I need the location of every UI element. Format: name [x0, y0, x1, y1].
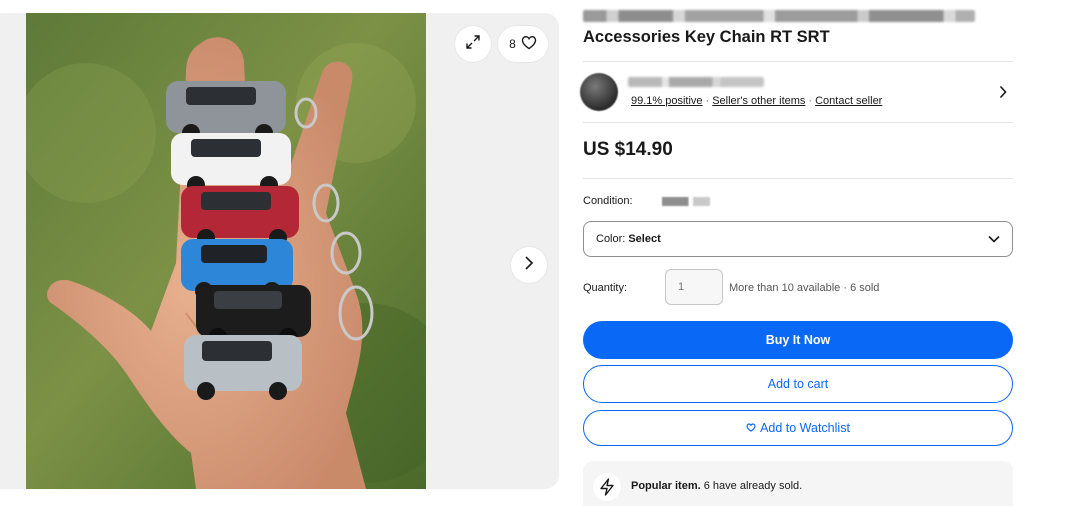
divider [583, 178, 1013, 179]
color-select-value: Select [628, 233, 661, 245]
seller-avatar[interactable] [580, 73, 618, 111]
popular-item-text: Popular item. 6 have already sold. [631, 480, 802, 492]
seller-links: 99.1% positive · Seller's other items · Cont… [631, 95, 883, 107]
item-price: US $14.90 [583, 139, 673, 160]
quantity-label: Quantity: [583, 282, 628, 294]
popular-item-title: Popular item. [631, 480, 701, 492]
redacted-title-line [583, 10, 975, 22]
watch-count: 8 [509, 37, 516, 51]
color-select-label: Color: [596, 233, 626, 245]
item-title-line: Accessories Key Chain RT SRT [583, 28, 830, 46]
add-to-watchlist-button[interactable]: Add to Watchlist [583, 410, 1013, 446]
expand-icon [465, 34, 481, 55]
item-title: Accessories Key Chain RT SRT [583, 10, 983, 47]
chevron-right-icon [524, 255, 534, 276]
quantity-input[interactable] [665, 269, 723, 305]
watch-count-button[interactable]: 8 [498, 26, 548, 62]
add-to-watchlist-label: Add to Watchlist [760, 421, 850, 435]
expand-button[interactable] [455, 26, 491, 62]
image-gallery: 8 [0, 13, 559, 489]
buy-it-now-button[interactable]: Buy It Now [583, 321, 1013, 359]
seller-other-items-link[interactable]: Seller's other items [712, 95, 805, 107]
redacted-condition-value [662, 197, 710, 206]
heart-icon [746, 421, 756, 435]
redacted-seller-name [628, 77, 764, 87]
popular-item-detail: 6 have already sold. [703, 480, 803, 492]
condition-label: Condition: [583, 195, 633, 207]
chevron-down-icon [988, 234, 1000, 246]
quantity-availability: More than 10 available · 6 sold [729, 282, 880, 294]
divider [583, 122, 1013, 123]
color-select[interactable]: Color: Select [583, 221, 1013, 257]
seller-card[interactable]: 99.1% positive · Seller's other items · Cont… [580, 73, 1013, 113]
chevron-right-icon[interactable] [999, 85, 1007, 104]
next-image-button[interactable] [511, 247, 547, 283]
contact-seller-link[interactable]: Contact seller [815, 95, 882, 107]
heart-icon [521, 35, 537, 53]
add-to-cart-button[interactable]: Add to cart [583, 365, 1013, 403]
divider [583, 61, 1013, 62]
seller-feedback-link[interactable]: 99.1% positive [631, 95, 703, 107]
product-image[interactable] [26, 13, 426, 489]
lightning-icon [593, 473, 621, 501]
popular-item-banner: Popular item. 6 have already sold. [583, 461, 1013, 506]
